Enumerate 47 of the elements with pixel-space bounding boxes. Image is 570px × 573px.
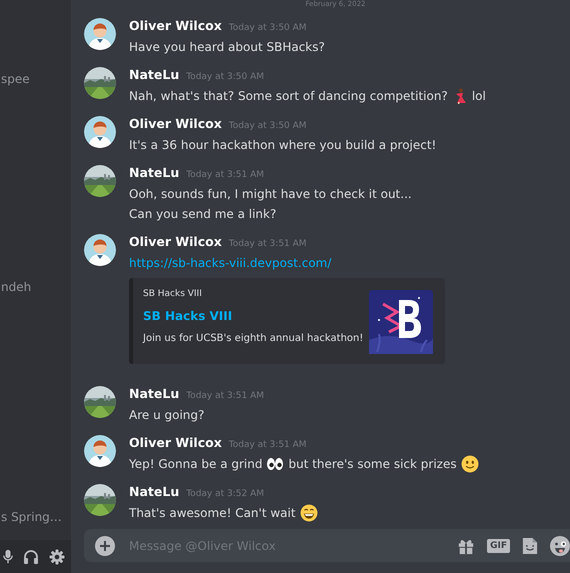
timestamp: Today at 3:51 AM [186, 169, 264, 182]
site-name: SB Hacks VIII [143, 288, 203, 300]
username[interactable]: NateLu [129, 164, 180, 181]
channel-name[interactable]: spee [0, 70, 71, 88]
message-text: That's awesome! Can't wait [129, 505, 296, 522]
username[interactable]: Oliver Wilcox [129, 434, 222, 451]
timestamp: Today at 3:50 AM [186, 71, 264, 84]
headphones-icon[interactable] [23, 548, 39, 564]
message-text: Ooh, sounds fun, I might have to check it out... [129, 186, 412, 203]
username[interactable]: NateLu [129, 483, 180, 500]
timestamp: Today at 3:50 AM [228, 22, 307, 35]
username[interactable]: NateLu [129, 385, 180, 402]
preview-title-link[interactable]: SB Hacks VIII [143, 308, 364, 324]
avatar-icon[interactable] [84, 116, 116, 148]
channel-name[interactable]: s Spring… [0, 508, 71, 526]
avatar-icon[interactable] [84, 18, 116, 50]
emoji-icon[interactable] [550, 536, 570, 556]
settings-icon[interactable] [49, 548, 65, 564]
add-attachment-icon[interactable] [95, 536, 115, 556]
message-text: Nah, what's that? Some sort of dancing competition? [129, 88, 448, 105]
sticker-icon[interactable] [522, 536, 538, 554]
timestamp: Today at 3:51 AM [228, 439, 307, 452]
message-text: but there's some sick prizes [288, 456, 457, 473]
channel-name[interactable]: ndeh [0, 278, 71, 296]
smiley-emoji-icon [460, 455, 479, 473]
link[interactable]: https://sb-hacks-viii.devpost.com/ [129, 253, 332, 273]
message-text: Are u going? [129, 407, 204, 424]
username[interactable]: Oliver Wilcox [129, 115, 222, 132]
message-text: It's a 36 hour hackathon where you build a project! [129, 137, 436, 154]
eyes-emoji-icon [266, 456, 284, 472]
timestamp: Today at 3:52 AM [186, 488, 264, 501]
username[interactable]: Oliver Wilcox [129, 17, 222, 34]
grinning-emoji-icon [300, 504, 318, 522]
timestamp: Today at 3:51 AM [228, 238, 307, 251]
message-text: Yep! Gonna be a grind [129, 456, 262, 473]
username[interactable]: NateLu [129, 66, 180, 83]
timestamp: Today at 3:50 AM [228, 120, 307, 133]
preview-description: Join us for UCSB's eighth annual hackathon! [143, 332, 364, 346]
gif-button[interactable]: GIF [487, 538, 510, 552]
username[interactable]: Oliver Wilcox [129, 233, 222, 250]
timestamp: Today at 3:51 AM [186, 390, 264, 403]
message-text: Can you send me a link? [129, 206, 276, 223]
message-text: Have you heard about SBHacks? [129, 39, 325, 56]
microphone-icon[interactable] [3, 549, 13, 564]
message-text: lol [472, 88, 486, 105]
avatar-icon[interactable] [84, 435, 116, 467]
avatar-icon[interactable] [84, 234, 116, 266]
